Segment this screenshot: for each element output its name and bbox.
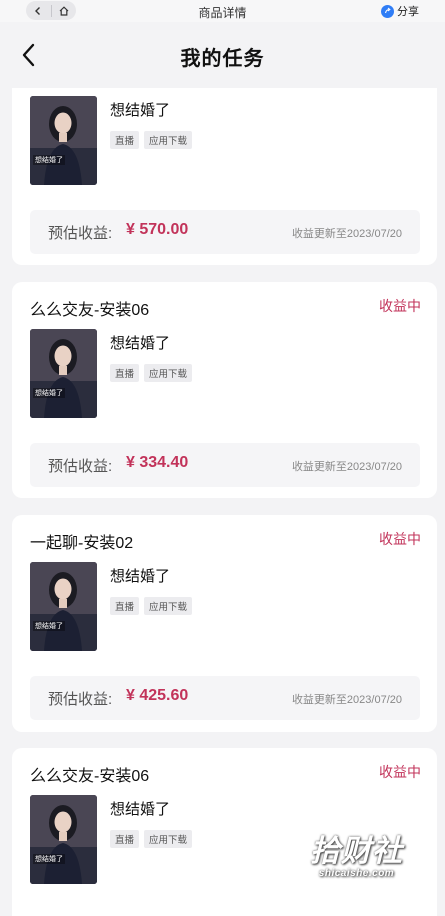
thumbnail-caption: 想结婚了 xyxy=(33,854,65,864)
thumbnail-caption: 想结婚了 xyxy=(33,388,65,398)
share-button[interactable]: 分享 xyxy=(381,3,419,19)
task-card[interactable]: 想结婚了 想结婚了 直播 应用下载 预估收益: ¥ 570.00 收益更新至20… xyxy=(12,60,437,265)
share-label: 分享 xyxy=(397,6,419,18)
tag-app-download: 应用下载 xyxy=(144,830,193,848)
tag-app-download: 应用下载 xyxy=(144,364,193,382)
tag-app-download: 应用下载 xyxy=(144,131,193,149)
product-title: 想结婚了 xyxy=(110,335,171,352)
earnings-box: 预估收益: ¥ 334.40 收益更新至2023/07/20 xyxy=(30,443,420,487)
tag-list: 直播 应用下载 xyxy=(110,131,193,149)
share-icon xyxy=(381,4,394,18)
tag-list: 直播 应用下载 xyxy=(110,597,193,615)
earnings-update-date: 收益更新至2023/07/20 xyxy=(291,461,402,473)
status-badge: 收益中 xyxy=(379,764,421,780)
product-thumbnail: 想结婚了 xyxy=(30,329,97,418)
page-title: 我的任务 xyxy=(180,48,265,70)
tag-live: 直播 xyxy=(110,364,140,382)
browser-title: 商品详情 xyxy=(198,6,247,20)
tag-live: 直播 xyxy=(110,597,140,615)
watermark-logo: 拾财社 shicaishe.com xyxy=(310,826,403,879)
product-thumbnail: 想结婚了 xyxy=(30,96,97,185)
tag-live: 直播 xyxy=(110,830,140,848)
page-header: 我的任务 xyxy=(0,22,445,88)
product-thumbnail: 想结婚了 xyxy=(30,562,97,651)
product-title: 想结婚了 xyxy=(110,102,171,119)
status-badge: 收益中 xyxy=(379,531,421,547)
earnings-label: 预估收益: xyxy=(48,458,113,475)
earnings-box: 预估收益: ¥ 570.00 收益更新至2023/07/20 xyxy=(30,210,420,254)
earnings-box: 预估收益: ¥ 425.60 收益更新至2023/07/20 xyxy=(30,676,420,720)
task-card[interactable]: 一起聊-安装02 收益中 想结婚了 想结婚了 直播 应用下载 预估收益: ¥ 4… xyxy=(12,515,437,732)
thumbnail-caption: 想结婚了 xyxy=(33,155,65,165)
browser-bar: 商品详情 分享 xyxy=(0,0,445,22)
task-card[interactable]: 么么交友-安装06 收益中 想结婚了 想结婚了 直播 应用下载 预估收益: ¥ … xyxy=(12,282,437,498)
tag-app-download: 应用下载 xyxy=(144,597,193,615)
product-title: 想结婚了 xyxy=(110,801,171,818)
earnings-label: 预估收益: xyxy=(48,691,113,708)
earnings-amount: ¥ 334.40 xyxy=(126,454,189,471)
tag-live: 直播 xyxy=(110,131,140,149)
status-badge: 收益中 xyxy=(379,298,421,314)
tag-list: 直播 应用下载 xyxy=(110,830,193,848)
task-name: 么么交友-安装06 xyxy=(30,302,150,319)
task-name: 么么交友-安装06 xyxy=(30,768,150,785)
thumbnail-caption: 想结婚了 xyxy=(33,621,65,631)
tag-list: 直播 应用下载 xyxy=(110,364,193,382)
product-thumbnail: 想结婚了 xyxy=(30,795,97,884)
earnings-label: 预估收益: xyxy=(48,225,113,242)
earnings-amount: ¥ 570.00 xyxy=(126,221,189,238)
earnings-update-date: 收益更新至2023/07/20 xyxy=(291,228,402,240)
earnings-amount: ¥ 425.60 xyxy=(126,687,189,704)
earnings-update-date: 收益更新至2023/07/20 xyxy=(291,694,402,706)
watermark-text: 拾财社 xyxy=(310,834,403,869)
watermark-url: shicaishe.com xyxy=(318,868,395,879)
product-title: 想结婚了 xyxy=(110,568,171,585)
task-name: 一起聊-安装02 xyxy=(30,535,134,552)
